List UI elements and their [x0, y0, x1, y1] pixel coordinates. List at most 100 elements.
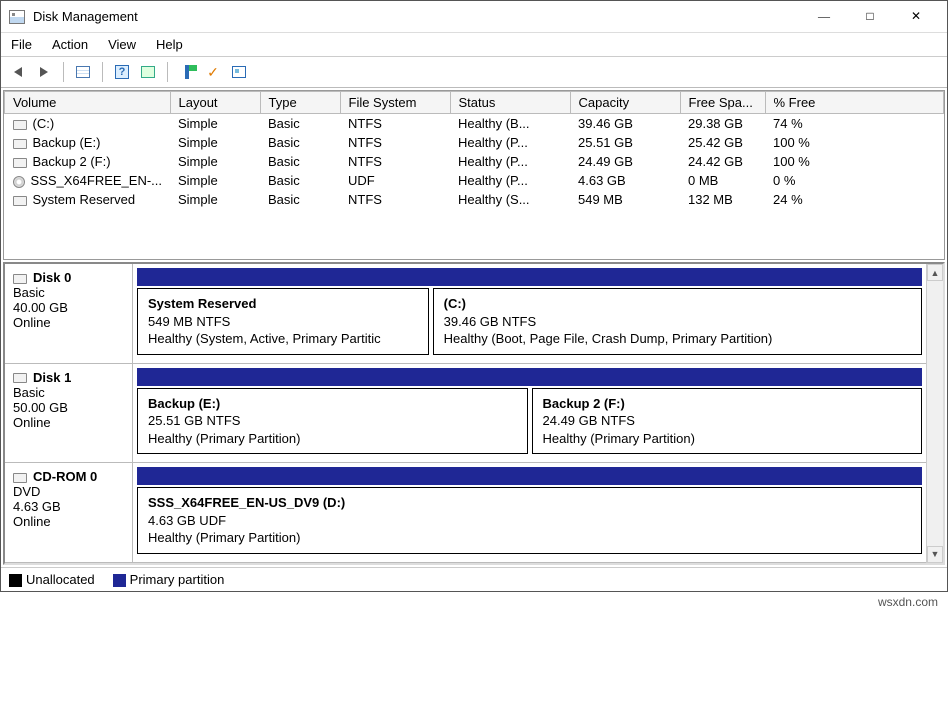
disk-size: 4.63 GB [13, 499, 124, 514]
cell-layout: Simple [170, 114, 260, 134]
drive-icon [13, 274, 27, 284]
disk-management-window: Disk Management — □ ✕ File Action View H… [0, 0, 948, 592]
cell-status: Healthy (S... [450, 190, 570, 209]
scroll-down-button[interactable]: ▼ [927, 546, 943, 563]
settings-icon [141, 66, 155, 78]
legend-unallocated: Unallocated [9, 572, 95, 587]
colorbar [137, 268, 922, 286]
partition[interactable]: System Reserved 549 MB NTFS Healthy (Sys… [137, 288, 429, 355]
partition[interactable]: Backup 2 (F:) 24.49 GB NTFS Healthy (Pri… [532, 388, 923, 455]
vertical-scrollbar[interactable]: ▲ ▼ [926, 264, 943, 563]
settings-button[interactable] [137, 61, 159, 83]
table-row[interactable]: (C:)SimpleBasicNTFSHealthy (B...39.46 GB… [5, 114, 944, 134]
drive-icon [13, 473, 27, 483]
col-free[interactable]: Free Spa... [680, 92, 765, 114]
cell-fs: UDF [340, 171, 450, 190]
cell-capacity: 4.63 GB [570, 171, 680, 190]
properties-button[interactable] [228, 61, 250, 83]
disk-size: 40.00 GB [13, 300, 124, 315]
table-row[interactable]: System ReservedSimpleBasicNTFSHealthy (S… [5, 190, 944, 209]
colorbar [137, 368, 922, 386]
col-status[interactable]: Status [450, 92, 570, 114]
cell-type: Basic [260, 171, 340, 190]
disk-row[interactable]: Disk 0 Basic 40.00 GB OnlineSystem Reser… [5, 264, 926, 364]
cell-pct: 100 % [765, 152, 944, 171]
partition-row: Backup (E:) 25.51 GB NTFS Healthy (Prima… [137, 388, 922, 455]
help-button[interactable]: ? [111, 61, 133, 83]
partition-sub: 24.49 GB NTFS [543, 412, 912, 430]
flag-icon [185, 65, 189, 79]
cell-free: 132 MB [680, 190, 765, 209]
cell-pct: 74 % [765, 114, 944, 134]
disk-row[interactable]: CD-ROM 0 DVD 4.63 GB OnlineSSS_X64FREE_E… [5, 463, 926, 563]
drive-icon [13, 158, 27, 168]
drive-icon [13, 139, 27, 149]
properties-icon [232, 66, 246, 78]
back-button[interactable] [7, 61, 29, 83]
cell-capacity: 24.49 GB [570, 152, 680, 171]
partition-status: Healthy (Primary Partition) [148, 430, 517, 448]
disk-row[interactable]: Disk 1 Basic 50.00 GB OnlineBackup (E:) … [5, 364, 926, 464]
forward-arrow-icon [40, 67, 48, 77]
menu-file[interactable]: File [11, 37, 32, 52]
partition-row: SSS_X64FREE_EN-US_DV9 (D:) 4.63 GB UDF H… [137, 487, 922, 554]
scroll-up-button[interactable]: ▲ [927, 264, 943, 281]
table-row[interactable]: SSS_X64FREE_EN-...SimpleBasicUDFHealthy … [5, 171, 944, 190]
col-capacity[interactable]: Capacity [570, 92, 680, 114]
toolbar: ? ✓ [1, 57, 947, 88]
table-row[interactable]: Backup (E:)SimpleBasicNTFSHealthy (P...2… [5, 133, 944, 152]
table-row[interactable]: Backup 2 (F:)SimpleBasicNTFSHealthy (P..… [5, 152, 944, 171]
segment [137, 268, 922, 286]
partition-status: Healthy (Boot, Page File, Crash Dump, Pr… [444, 330, 911, 348]
partition-bar: Backup (E:) 25.51 GB NTFS Healthy (Prima… [133, 364, 926, 463]
cell-volume: System Reserved [5, 190, 171, 209]
partition-name: Backup 2 (F:) [543, 395, 912, 413]
action-button[interactable] [176, 61, 198, 83]
drive-icon [13, 373, 27, 383]
cell-type: Basic [260, 152, 340, 171]
menu-view[interactable]: View [108, 37, 136, 52]
cell-layout: Simple [170, 152, 260, 171]
close-button[interactable]: ✕ [893, 2, 939, 32]
maximize-button[interactable]: □ [847, 2, 893, 32]
toolbar-separator [102, 62, 103, 82]
show-hide-console-tree-button[interactable] [72, 61, 94, 83]
toolbar-separator [167, 62, 168, 82]
col-pct[interactable]: % Free [765, 92, 944, 114]
menu-help[interactable]: Help [156, 37, 183, 52]
partition-status: Healthy (Primary Partition) [148, 529, 911, 547]
col-type[interactable]: Type [260, 92, 340, 114]
col-volume[interactable]: Volume [5, 92, 171, 114]
cell-pct: 24 % [765, 190, 944, 209]
menu-action[interactable]: Action [52, 37, 88, 52]
disk-state: Online [13, 415, 124, 430]
titlebar[interactable]: Disk Management — □ ✕ [1, 1, 947, 33]
partition[interactable]: (C:) 39.46 GB NTFS Healthy (Boot, Page F… [433, 288, 922, 355]
cell-type: Basic [260, 133, 340, 152]
col-layout[interactable]: Layout [170, 92, 260, 114]
volume-table[interactable]: Volume Layout Type File System Status Ca… [4, 91, 944, 209]
partition[interactable]: SSS_X64FREE_EN-US_DV9 (D:) 4.63 GB UDF H… [137, 487, 922, 554]
unallocated-swatch-icon [9, 574, 22, 587]
disk-state: Online [13, 514, 124, 529]
back-arrow-icon [14, 67, 22, 77]
partition[interactable]: Backup (E:) 25.51 GB NTFS Healthy (Prima… [137, 388, 528, 455]
cd-icon [13, 176, 25, 188]
cell-capacity: 39.46 GB [570, 114, 680, 134]
drive-icon [13, 196, 27, 206]
check-button[interactable]: ✓ [202, 61, 224, 83]
help-icon: ? [115, 65, 129, 79]
minimize-button[interactable]: — [801, 2, 847, 32]
forward-button[interactable] [33, 61, 55, 83]
partition-bar: System Reserved 549 MB NTFS Healthy (Sys… [133, 264, 926, 363]
cell-fs: NTFS [340, 133, 450, 152]
cell-pct: 100 % [765, 133, 944, 152]
disk-name: CD-ROM 0 [13, 469, 124, 484]
disk-info: CD-ROM 0 DVD 4.63 GB Online [5, 463, 133, 562]
toolbar-separator [63, 62, 64, 82]
col-fs[interactable]: File System [340, 92, 450, 114]
cell-free: 0 MB [680, 171, 765, 190]
disk-state: Online [13, 315, 124, 330]
cell-free: 25.42 GB [680, 133, 765, 152]
volume-list-pane: Volume Layout Type File System Status Ca… [3, 90, 945, 260]
